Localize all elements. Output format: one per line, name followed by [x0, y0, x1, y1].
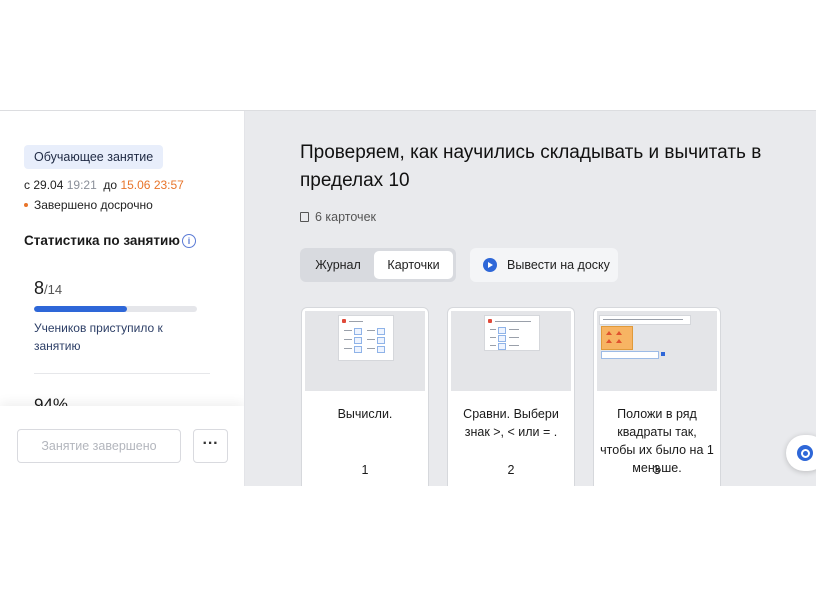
- to-prefix: до: [103, 178, 118, 192]
- to-datetime: 15.06 23:57: [120, 178, 184, 192]
- thumbnail-sheet: [338, 315, 394, 361]
- task-card-2[interactable]: Сравни. Выбери знак >, < или = . 2: [447, 307, 575, 486]
- students-total: /14: [44, 282, 63, 297]
- page-title: Проверяем, как научились складывать и вы…: [300, 142, 762, 191]
- card-number: 2: [507, 463, 515, 477]
- card-number: 3: [653, 463, 661, 477]
- squares-image: [601, 326, 633, 350]
- more-options-button[interactable]: ···: [193, 429, 228, 463]
- answer-field: [601, 351, 659, 359]
- card-thumbnail: [305, 311, 425, 391]
- lesson-status: Завершено досрочно: [24, 198, 153, 212]
- lesson-type-badge: Обучающее занятие: [24, 145, 164, 169]
- divider: [34, 373, 210, 374]
- show-on-board-label: Вывести на доску: [507, 258, 610, 272]
- students-progress-bar: [34, 306, 197, 312]
- from-date: 29.04: [33, 178, 64, 192]
- card-text: Сравни. Выбери знак >, < или = .: [463, 407, 559, 439]
- sidebar-footer: Занятие завершено ···: [0, 406, 244, 486]
- view-switcher: Журнал Карточки: [300, 248, 456, 282]
- thumbnail-sheet: [484, 315, 540, 351]
- status-text: Завершено досрочно: [34, 198, 153, 212]
- task-card-3[interactable]: Положи в ряд квадраты так, чтобы их было…: [593, 307, 721, 486]
- status-dot-icon: [24, 202, 28, 207]
- tab-cards[interactable]: Карточки: [374, 251, 453, 279]
- stats-title: Статистика по занятию: [24, 233, 180, 248]
- assistant-icon: [797, 445, 813, 461]
- lesson-finished-button[interactable]: Занятие завершено: [17, 429, 181, 463]
- from-prefix: с: [24, 178, 30, 192]
- from-time: 19:21: [66, 178, 97, 192]
- students-count: 8/14: [34, 278, 62, 299]
- cards-count: 6 карточек: [300, 210, 376, 224]
- students-label: Учеников приступило к занятию: [34, 321, 163, 353]
- lesson-dates: с 29.04 19:21 до 15.06 23:57: [24, 178, 184, 192]
- students-progress-fill: [34, 306, 128, 312]
- tab-journal[interactable]: Журнал: [304, 251, 372, 279]
- cards-stack-icon: [300, 211, 309, 222]
- cards-count-text: 6 карточек: [315, 210, 376, 224]
- app-window: Обучающее занятие с 29.04 19:21 до 15.06…: [0, 110, 816, 486]
- task-card-1[interactable]: Вычисли. 1: [301, 307, 429, 486]
- card-text: Вычисли.: [337, 407, 393, 421]
- show-on-board-button[interactable]: Вывести на доску: [470, 248, 618, 282]
- handle-icon: [661, 352, 665, 356]
- card-thumbnail: [597, 311, 717, 391]
- sidebar: Обучающее занятие с 29.04 19:21 до 15.06…: [0, 111, 245, 486]
- thumbnail-sheet: [599, 315, 691, 325]
- students-started: 8: [34, 278, 45, 298]
- card-number: 1: [361, 463, 369, 477]
- play-icon: [483, 258, 497, 272]
- info-icon[interactable]: i: [182, 234, 196, 248]
- assistant-button[interactable]: [786, 435, 816, 471]
- card-thumbnail: [451, 311, 571, 391]
